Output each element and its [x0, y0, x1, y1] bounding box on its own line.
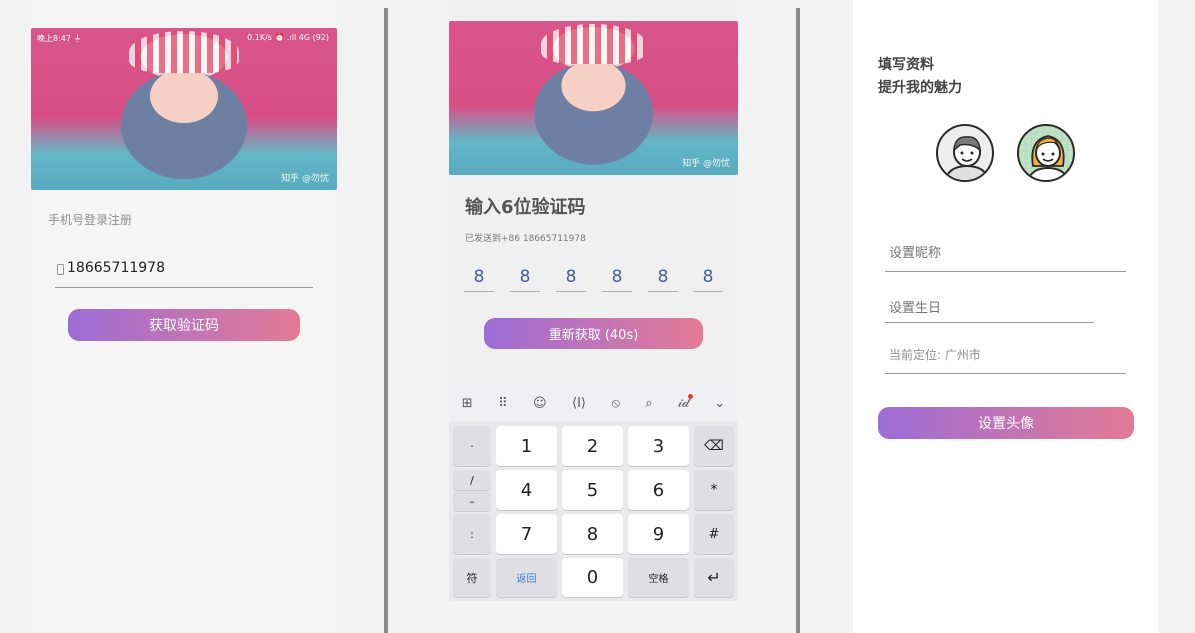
cursor-icon[interactable]: ⟨I⟩ — [572, 396, 586, 411]
key-colon[interactable]: : — [453, 514, 491, 554]
code-digit-underline — [510, 291, 540, 292]
get-code-button[interactable]: 获取验证码 — [68, 309, 300, 341]
key-dash[interactable]: – — [453, 491, 491, 511]
verify-title: 输入6位验证码 — [465, 197, 586, 218]
status-indicators: 0.1K/s ⏰ .ıll 4G (92) — [247, 33, 329, 42]
key-7[interactable]: 7 — [496, 514, 557, 554]
code-digit-underline — [648, 291, 678, 292]
status-bar: 晚上8:47 ⏚ 0.1K/s ⏰ .ıll 4G (92) — [37, 33, 329, 45]
resend-code-button[interactable]: 重新获取 (40s) — [484, 318, 703, 349]
keyboard-icon[interactable]: ⠿ — [498, 396, 508, 411]
screen-verify-code: 知乎 @勿忧 输入6位验证码 已发送到+86 18665711978 8 8 8… — [449, 0, 738, 385]
panel-divider — [384, 8, 388, 633]
heading-line-1: 填写资料 — [878, 57, 934, 73]
birthday-input[interactable] — [889, 298, 1089, 318]
watermark: 知乎 @勿忧 — [281, 174, 329, 184]
search-icon[interactable]: ⌕ — [645, 396, 652, 411]
nickname-input[interactable] — [889, 243, 1119, 263]
phone-input[interactable] — [67, 258, 307, 278]
keyboard-toolbar: ⊞ ⠿ ☺ ⟨I⟩ ⦸ ⌕ 𝒾𝒹 ⌄ — [449, 385, 738, 421]
grid-icon[interactable]: ⊞ — [462, 396, 473, 411]
notification-dot — [687, 393, 693, 399]
key-slash[interactable]: / — [453, 470, 491, 490]
flower-crown-graphic — [541, 24, 646, 65]
female-avatar-icon[interactable] — [1017, 124, 1075, 182]
symbol-key[interactable]: 符 — [453, 558, 491, 597]
key-3[interactable]: 3 — [628, 426, 689, 466]
male-avatar-graphic — [943, 136, 991, 180]
hero-image: 晚上8:47 ⏚ 0.1K/s ⏰ .ıll 4G (92) 知乎 @勿忧 — [31, 28, 337, 190]
key-hash[interactable]: # — [694, 514, 734, 554]
panel-divider — [796, 8, 800, 633]
screen-profile-setup: 填写资料 提升我的魅力 当前定位: 广州市 设置头像 — [853, 0, 1158, 633]
hero-image: 知乎 @勿忧 — [449, 21, 738, 175]
code-digit-underline — [693, 291, 723, 292]
phone-icon — [57, 264, 64, 275]
key-5[interactable]: 5 — [562, 470, 623, 510]
code-digit-4[interactable]: 8 — [602, 267, 632, 287]
set-avatar-button[interactable]: 设置头像 — [878, 407, 1134, 439]
code-digit-3[interactable]: 8 — [556, 267, 586, 287]
phone-input-underline — [55, 287, 313, 288]
numeric-keyboard: ⊞ ⠿ ☺ ⟨I⟩ ⦸ ⌕ 𝒾𝒹 ⌄ · / – : 1 2 3 4 5 6 7… — [449, 385, 738, 601]
emoji-icon[interactable]: ☺ — [533, 396, 547, 411]
key-0[interactable]: 0 — [562, 558, 623, 597]
key-2[interactable]: 2 — [562, 426, 623, 466]
enter-key[interactable]: ↵ — [694, 558, 734, 597]
code-digit-underline — [602, 291, 632, 292]
handwriting-glyph: 𝒾𝒹 — [678, 395, 689, 411]
key-6[interactable]: 6 — [628, 470, 689, 510]
location-underline — [885, 373, 1126, 374]
screen-phone-login: 晚上8:47 ⏚ 0.1K/s ⏰ .ıll 4G (92) 知乎 @勿忧 手机… — [31, 0, 337, 633]
birthday-underline — [885, 322, 1094, 323]
male-avatar-icon[interactable] — [936, 124, 994, 182]
code-digit-1[interactable]: 8 — [464, 267, 494, 287]
female-avatar-graphic — [1019, 126, 1073, 180]
key-4[interactable]: 4 — [496, 470, 557, 510]
backspace-key[interactable]: ⌫ — [694, 426, 734, 466]
status-time: 晚上8:47 ⏚ — [37, 34, 82, 43]
location-field[interactable]: 当前定位: 广州市 — [889, 346, 981, 363]
key-1[interactable]: 1 — [496, 426, 557, 466]
nickname-underline — [885, 271, 1126, 272]
heading-line-2: 提升我的魅力 — [878, 80, 962, 96]
key-asterisk[interactable]: * — [694, 470, 734, 510]
code-digit-underline — [464, 291, 494, 292]
handwriting-icon[interactable]: 𝒾𝒹 — [678, 393, 693, 411]
code-digit-underline — [556, 291, 586, 292]
link-icon[interactable]: ⦸ — [611, 396, 619, 411]
watermark: 知乎 @勿忧 — [682, 159, 730, 169]
key-9[interactable]: 9 — [628, 514, 689, 554]
code-digit-5[interactable]: 8 — [648, 267, 678, 287]
sent-to-label: 已发送到+86 18665711978 — [465, 234, 586, 244]
back-key[interactable]: 返回 — [496, 558, 557, 597]
key-dot[interactable]: · — [453, 426, 491, 466]
code-digit-2[interactable]: 8 — [510, 267, 540, 287]
section-label: 手机号登录注册 — [48, 213, 133, 227]
key-8[interactable]: 8 — [562, 514, 623, 554]
space-key[interactable]: 空格 — [628, 558, 689, 597]
code-digit-6[interactable]: 8 — [693, 267, 723, 287]
collapse-keyboard-icon[interactable]: ⌄ — [714, 396, 725, 411]
